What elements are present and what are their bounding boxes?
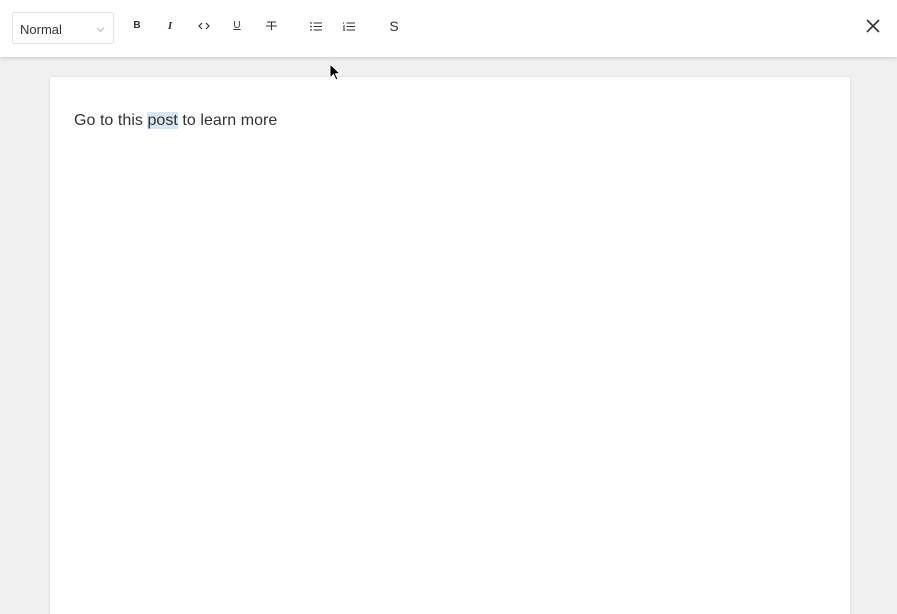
code-button[interactable]	[190, 12, 218, 40]
text-after: to learn more	[177, 112, 278, 129]
bold-icon: B	[133, 20, 141, 31]
italic-button[interactable]: I	[156, 12, 184, 40]
numbered-list-button[interactable]	[335, 12, 363, 40]
selected-text[interactable]: post	[147, 112, 178, 129]
text-before: Go to this	[74, 112, 148, 129]
strike-s-icon: S	[389, 18, 399, 34]
block-type-label: Normal	[20, 22, 62, 37]
bold-button[interactable]: B	[123, 12, 151, 40]
bulleted-list-button[interactable]	[302, 12, 330, 40]
code-icon	[198, 22, 210, 30]
strikethrough-icon	[265, 21, 277, 30]
block-type-select[interactable]: Normal	[12, 12, 114, 44]
strikethrough-button[interactable]	[257, 12, 285, 40]
bulleted-list-icon	[310, 21, 322, 31]
editor-text-line[interactable]: Go to this post to learn more	[74, 112, 277, 130]
chevron-down-icon	[96, 27, 105, 33]
numbered-list-icon	[343, 21, 355, 31]
italic-icon: I	[167, 19, 173, 32]
close-icon[interactable]	[865, 18, 881, 34]
editor-toolbar: Normal B I U S	[0, 0, 897, 57]
mouse-cursor-icon	[329, 63, 341, 81]
underline-icon: U	[233, 20, 241, 31]
strike-s-button[interactable]: S	[380, 12, 408, 40]
underline-button[interactable]: U	[223, 12, 251, 40]
editor-page[interactable]: Go to this post to learn more	[50, 77, 850, 614]
